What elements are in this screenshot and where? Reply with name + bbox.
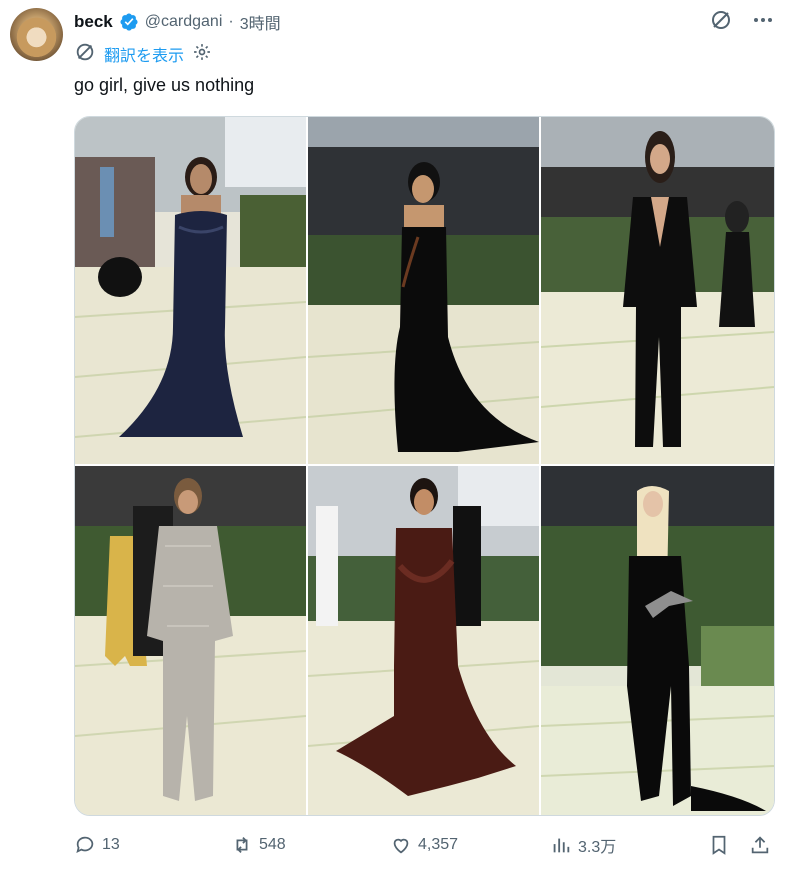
media-grid xyxy=(74,116,775,816)
separator-dot: · xyxy=(228,13,234,30)
gear-icon[interactable] xyxy=(192,42,212,67)
photo-6[interactable] xyxy=(541,466,774,815)
verified-badge-icon[interactable] xyxy=(119,12,139,32)
translate-row: 翻訳を表示 xyxy=(74,42,212,66)
translate-icon xyxy=(74,41,96,68)
like-icon xyxy=(393,838,409,854)
tweet-header: beck @cardgani · 3時間 xyxy=(74,10,281,34)
reply-count: 13 xyxy=(102,836,120,853)
views-icon xyxy=(553,838,570,853)
show-translation-link[interactable]: 翻訳を表示 xyxy=(104,42,184,66)
like-count: 4,357 xyxy=(418,836,459,853)
like-button[interactable]: 4,357 xyxy=(390,830,458,860)
timestamp[interactable]: 3時間 xyxy=(240,10,281,34)
photo-2[interactable] xyxy=(308,117,539,464)
reply-icon xyxy=(76,836,94,854)
reply-button[interactable]: 13 xyxy=(74,830,120,860)
avatar-image xyxy=(16,12,57,58)
display-name[interactable]: beck xyxy=(74,12,113,32)
repost-count: 548 xyxy=(259,836,286,853)
photo-1[interactable] xyxy=(75,117,306,464)
grok-icon[interactable] xyxy=(709,8,733,32)
bookmark-button[interactable] xyxy=(708,830,730,860)
photo-3[interactable] xyxy=(541,117,774,464)
more-icon[interactable] xyxy=(751,8,775,32)
share-icon xyxy=(751,836,769,854)
repost-icon xyxy=(236,837,248,853)
handle[interactable]: @cardgani xyxy=(145,13,223,31)
share-button[interactable] xyxy=(749,830,771,860)
photo-5[interactable] xyxy=(308,466,539,815)
views-button[interactable]: 3.3万 xyxy=(550,830,616,860)
views-count: 3.3万 xyxy=(578,839,617,856)
avatar[interactable] xyxy=(10,8,63,61)
repost-button[interactable]: 548 xyxy=(231,830,286,860)
action-bar: 13 548 4,357 3.3万 xyxy=(74,830,773,860)
photo-4[interactable] xyxy=(75,466,306,815)
bookmark-icon xyxy=(712,835,726,855)
tweet-top-actions xyxy=(709,8,775,32)
tweet-text: go girl, give us nothing xyxy=(74,75,255,95)
